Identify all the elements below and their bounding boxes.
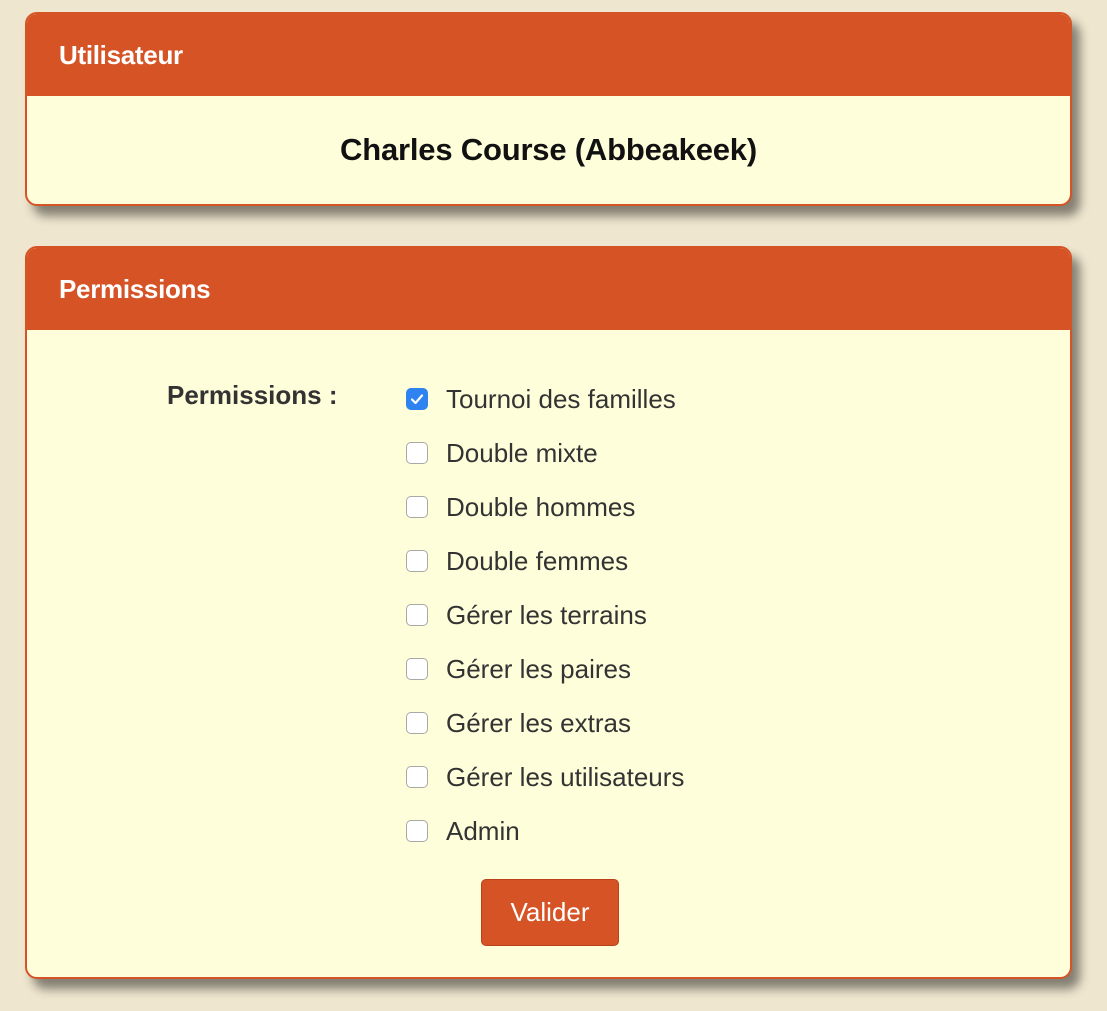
permission-option[interactable]: Tournoi des familles bbox=[406, 372, 684, 426]
permissions-panel-title: Permissions bbox=[59, 273, 211, 304]
permission-label: Gérer les paires bbox=[446, 653, 631, 684]
permission-label: Double femmes bbox=[446, 545, 629, 576]
permissions-checkbox-list: Tournoi des familles Double mixte Double h… bbox=[406, 372, 684, 858]
permissions-field-label: Permissions : bbox=[167, 380, 338, 410]
permission-checkbox[interactable] bbox=[406, 820, 428, 842]
permission-label: Tournoi des familles bbox=[446, 383, 676, 414]
permission-label: Gérer les extras bbox=[446, 707, 631, 738]
permission-option[interactable]: Double mixte bbox=[406, 426, 684, 480]
permission-checkbox[interactable] bbox=[406, 388, 428, 410]
permission-checkbox[interactable] bbox=[406, 604, 428, 626]
permission-checkbox[interactable] bbox=[406, 712, 428, 734]
permissions-panel: Permissions Permissions : Tournoi des fa… bbox=[25, 246, 1072, 979]
permission-checkbox[interactable] bbox=[406, 496, 428, 518]
user-panel-title: Utilisateur bbox=[59, 39, 183, 70]
user-panel: Utilisateur Charles Course (Abbeakeek) bbox=[25, 12, 1072, 206]
permission-option[interactable]: Gérer les paires bbox=[406, 642, 684, 696]
permission-checkbox[interactable] bbox=[406, 442, 428, 464]
permission-checkbox[interactable] bbox=[406, 550, 428, 572]
permission-option[interactable]: Gérer les utilisateurs bbox=[406, 750, 684, 804]
submit-button[interactable]: Valider bbox=[481, 879, 619, 946]
permission-option[interactable]: Gérer les extras bbox=[406, 696, 684, 750]
permission-label: Gérer les terrains bbox=[446, 599, 647, 630]
permission-label: Double hommes bbox=[446, 491, 636, 522]
user-panel-header: Utilisateur bbox=[27, 14, 1070, 96]
checkmark-icon bbox=[410, 394, 424, 405]
user-name: Charles Course (Abbeakeek) bbox=[340, 132, 757, 167]
permission-label: Admin bbox=[446, 815, 520, 846]
permission-checkbox[interactable] bbox=[406, 658, 428, 680]
permission-option[interactable]: Admin bbox=[406, 804, 684, 858]
permissions-panel-header: Permissions bbox=[27, 248, 1070, 330]
permission-label: Double mixte bbox=[446, 437, 598, 468]
permission-option[interactable]: Double femmes bbox=[406, 534, 684, 588]
permission-option[interactable]: Double hommes bbox=[406, 480, 684, 534]
permission-option[interactable]: Gérer les terrains bbox=[406, 588, 684, 642]
permission-checkbox[interactable] bbox=[406, 766, 428, 788]
permission-label: Gérer les utilisateurs bbox=[446, 761, 685, 792]
